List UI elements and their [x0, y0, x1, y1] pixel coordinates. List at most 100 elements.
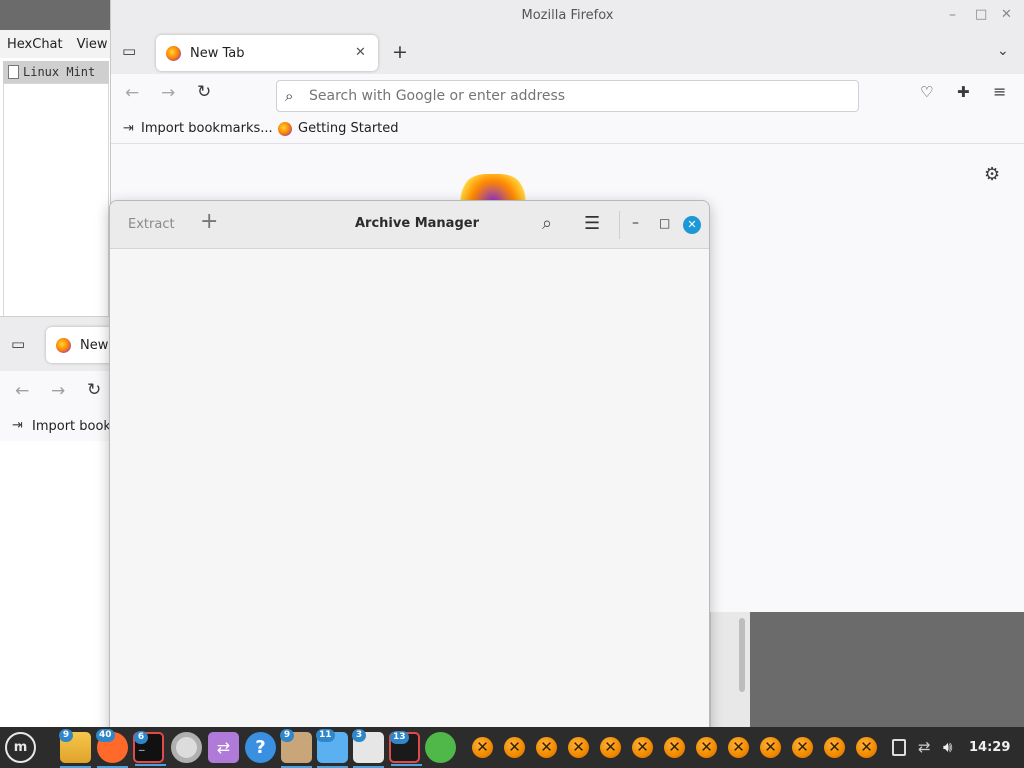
background-window-edge [710, 612, 750, 727]
bookmarks-bar: ⇥ Import bookmarks... Getting Started [111, 114, 1024, 144]
url-bar[interactable]: ⌕ [276, 80, 859, 112]
help-icon[interactable]: ? [245, 732, 276, 763]
nav-bar: ← → ↻ ⌕ ♡ ✚ ≡ [111, 74, 1024, 114]
error-icon[interactable]: ✕ [824, 737, 845, 758]
taskbar: m 9 40 6 _ ⇄ ? 9 11 3 13 ✕ ✕ ✕ ✕ ✕ ✕ ✕ ✕ … [0, 727, 1024, 768]
new-tab-icon[interactable]: + [392, 43, 408, 62]
network-disconnected-icon[interactable]: ⇄ [918, 738, 931, 756]
window-title: Archive Manager [355, 216, 479, 231]
forward-icon[interactable]: → [161, 85, 175, 102]
firefox-icon [166, 45, 181, 61]
tab-label: New [80, 337, 109, 353]
volume-icon[interactable]: 🔊︎ [943, 738, 952, 756]
chevron-down-icon[interactable]: ⌄ [997, 44, 1009, 58]
back-icon[interactable]: ← [15, 383, 29, 400]
minimize-icon[interactable]: – [632, 215, 639, 231]
error-icon[interactable]: ✕ [504, 737, 525, 758]
badge: 13 [390, 731, 409, 744]
tab-new-tab[interactable]: New Tab ✕ [156, 35, 378, 71]
error-icon[interactable]: ✕ [728, 737, 749, 758]
tab-close-icon[interactable]: ✕ [355, 45, 366, 60]
hexchat-menubar: HexChat View [0, 30, 111, 58]
extensions-icon[interactable]: ✚ [957, 85, 970, 100]
maximize-icon[interactable]: □ [659, 216, 670, 230]
error-icon[interactable]: ✕ [632, 737, 653, 758]
close-icon[interactable]: ✕ [683, 216, 701, 234]
calculator-icon[interactable] [425, 732, 456, 763]
archive-taskbar-icon[interactable]: 9 [280, 729, 312, 768]
extract-button[interactable]: Extract [128, 217, 175, 232]
import-icon: ⇥ [123, 121, 134, 136]
firefox-window-secondary: ▭ New ← → ↻ ⇥ Import book [0, 316, 126, 736]
menu-icon[interactable]: ≡ [993, 84, 1006, 100]
hexchat-window: HexChat View Linux Mint [0, 30, 112, 320]
bookmark-import[interactable]: Import book [32, 419, 111, 434]
error-icon[interactable]: ✕ [536, 737, 557, 758]
hexchat-taskbar-icon[interactable]: 13 [389, 731, 422, 766]
network-label: Linux Mint [23, 65, 96, 79]
badge: 40 [96, 729, 115, 742]
mint-menu-icon[interactable]: m [5, 732, 36, 763]
network-tree-item[interactable]: Linux Mint [3, 61, 109, 83]
error-icon[interactable]: ✕ [600, 737, 621, 758]
separator [619, 211, 620, 239]
maximize-icon[interactable]: □ [975, 8, 987, 21]
url-input[interactable] [309, 86, 849, 106]
error-icon[interactable]: ✕ [856, 737, 877, 758]
settings-gear-icon[interactable]: ⚙ [984, 166, 1000, 184]
tab-overview-icon[interactable]: ▭ [122, 44, 136, 59]
badge: 9 [59, 729, 73, 742]
error-icon[interactable]: ✕ [664, 737, 685, 758]
tab-label: New Tab [190, 45, 245, 61]
badge: 6 [134, 731, 148, 744]
bookmark-import[interactable]: Import bookmarks... [141, 121, 273, 136]
transfer-icon[interactable]: ⇄ [208, 732, 239, 763]
document-icon [8, 65, 19, 79]
window-title: Mozilla Firefox [521, 8, 614, 23]
menu-hexchat[interactable]: HexChat [7, 37, 63, 52]
badge: 3 [352, 729, 366, 742]
nav-bar: ← → ↻ [0, 371, 112, 411]
settings-taskbar-icon[interactable]: 3 [352, 729, 384, 768]
error-icon[interactable]: ✕ [760, 737, 781, 758]
error-icon[interactable]: ✕ [568, 737, 589, 758]
archive-manager-window: Extract + Archive Manager ⌕ ☰ – □ ✕ [109, 200, 710, 736]
badge: 11 [316, 729, 335, 742]
tab-overview-icon[interactable]: ▭ [11, 337, 25, 352]
clock[interactable]: 14:29 [969, 740, 1010, 755]
search-icon: ⌕ [285, 87, 294, 105]
reload-icon[interactable]: ↻ [197, 84, 211, 101]
disc-icon[interactable] [171, 732, 202, 763]
back-icon[interactable]: ← [125, 85, 139, 102]
hamburger-menu-icon[interactable]: ☰ [584, 213, 600, 234]
scrollbar[interactable] [739, 618, 745, 692]
clipboard-icon[interactable] [892, 739, 906, 756]
firefox-taskbar-icon[interactable]: 40 [96, 729, 128, 768]
keyboard-icon[interactable]: 11 [316, 729, 348, 768]
search-icon[interactable]: ⌕ [542, 213, 552, 234]
close-icon[interactable]: ✕ [1001, 8, 1012, 21]
terminal-icon[interactable]: 6 _ [133, 731, 166, 766]
firefox-icon [56, 337, 71, 353]
titlebar: Mozilla Firefox – □ ✕ [111, 0, 1024, 32]
tab-bar: ▭ New [0, 317, 126, 371]
bookmarks-bar: ⇥ Import book [0, 411, 112, 441]
firefox-icon [278, 122, 292, 136]
tab-bar: ▭ New Tab ✕ + ⌄ [111, 32, 1024, 74]
channel-list[interactable] [3, 83, 109, 317]
error-icon[interactable]: ✕ [472, 737, 493, 758]
minimize-icon[interactable]: – [949, 8, 956, 22]
forward-icon[interactable]: → [51, 383, 65, 400]
files-icon[interactable]: 9 [59, 729, 91, 768]
pocket-icon[interactable]: ♡ [920, 85, 933, 100]
bookmark-getting-started[interactable]: Getting Started [298, 121, 399, 136]
import-icon: ⇥ [12, 418, 23, 433]
error-icon[interactable]: ✕ [792, 737, 813, 758]
add-files-icon[interactable]: + [200, 211, 218, 233]
archive-content [110, 249, 709, 735]
badge: 9 [280, 729, 294, 742]
reload-icon[interactable]: ↻ [87, 382, 101, 399]
error-icon[interactable]: ✕ [696, 737, 717, 758]
headerbar: Extract + Archive Manager ⌕ ☰ – □ ✕ [110, 201, 709, 249]
menu-view[interactable]: View [77, 37, 108, 52]
